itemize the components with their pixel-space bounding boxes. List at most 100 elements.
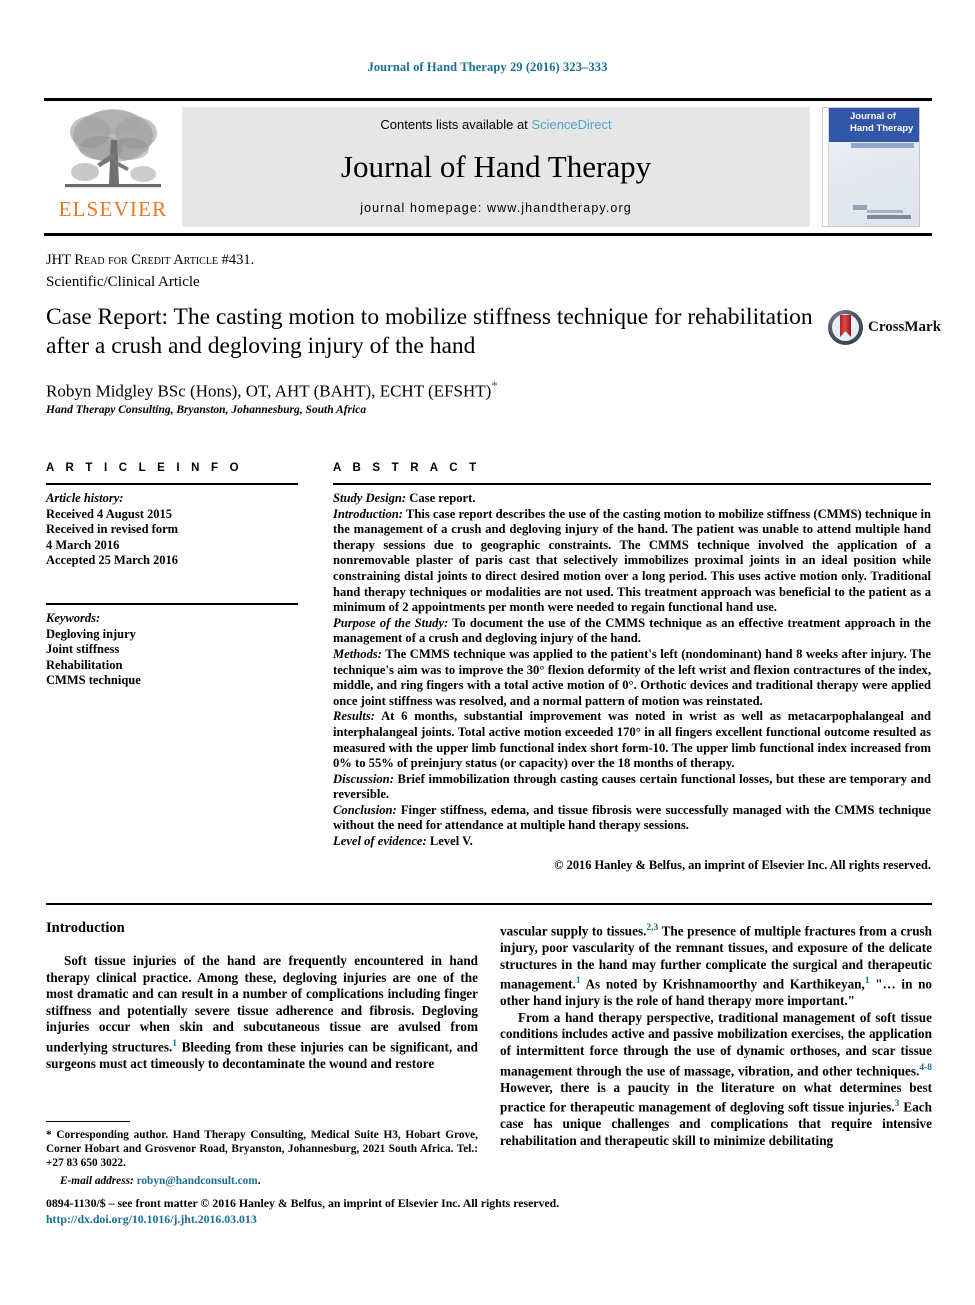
author-affiliation: Hand Therapy Consulting, Bryanston, Joha… bbox=[46, 404, 367, 416]
elsevier-tree-icon bbox=[65, 109, 161, 188]
paragraph-text-cont: As noted by Krishnamoorthy and Karthikey… bbox=[580, 976, 865, 992]
page-title: Case Report: The casting motion to mobil… bbox=[46, 304, 813, 359]
keyword-item: Joint stiffness bbox=[46, 642, 120, 657]
corresponding-author-marker: * bbox=[491, 378, 498, 393]
author-list: Robyn Midgley BSc (Hons), OT, AHT (BAHT)… bbox=[46, 378, 498, 402]
footnote-text: * Corresponding author. Hand Therapy Con… bbox=[46, 1129, 478, 1170]
footnote-rule bbox=[46, 1121, 130, 1122]
abstract-section-label: Discussion: bbox=[333, 771, 394, 786]
article-category: Scientific/Clinical Article bbox=[46, 274, 200, 290]
abstract-section: Purpose of the Study: To document the us… bbox=[333, 616, 931, 647]
elsevier-wordmark: ELSEVIER bbox=[58, 197, 168, 221]
cover-image: Journal of Hand Therapy bbox=[822, 107, 920, 227]
article-info-rule bbox=[46, 483, 298, 485]
abstract-section-label: Study Design: bbox=[333, 491, 407, 505]
abstract-block: A B S T R A C T Study Design: Case repor… bbox=[333, 462, 931, 873]
page-footer: 0894-1130/$ – see front matter © 2016 Ha… bbox=[46, 1196, 932, 1227]
corresponding-author-footnote: * Corresponding author. Hand Therapy Con… bbox=[46, 1121, 478, 1188]
article-info-heading: A R T I C L E I N F O bbox=[46, 462, 243, 474]
history-line: Received 4 August 2015 bbox=[46, 506, 173, 521]
abstract-section-label: Level of evidence: bbox=[333, 834, 427, 849]
paragraph-text: vascular supply to tissues. bbox=[500, 923, 647, 939]
body-column-left: Introduction Soft tissue injuries of the… bbox=[46, 920, 478, 1073]
history-line: Received in revised form bbox=[46, 522, 179, 537]
cover-footer-mark-3 bbox=[867, 210, 903, 213]
abstract-section-label: Conclusion: bbox=[333, 802, 397, 817]
keyword-item: CMMS technique bbox=[46, 673, 141, 688]
citation-ref[interactable]: 2,3 bbox=[646, 923, 658, 933]
abstract-section: Discussion: Brief immobilization through… bbox=[333, 772, 931, 803]
cover-title: Journal of Hand Therapy bbox=[850, 111, 915, 135]
abstract-section-label: Methods: bbox=[333, 646, 382, 661]
cover-footer-mark-2 bbox=[867, 215, 911, 219]
abstract-section-label: Purpose of the Study: bbox=[333, 615, 449, 630]
author-name: Robyn Midgley BSc (Hons), OT, AHT (BAHT)… bbox=[46, 381, 492, 401]
cover-footer-mark-1 bbox=[853, 205, 867, 210]
abstract-rule bbox=[333, 483, 931, 485]
footnote-email-line: E-mail address: robyn@handconsult.com. bbox=[60, 1174, 261, 1187]
keywords-rule bbox=[46, 602, 298, 605]
citation-ref[interactable]: 4-8 bbox=[919, 1063, 932, 1073]
elsevier-logo: ELSEVIER bbox=[44, 101, 182, 233]
paragraph-text-cont: However, there is a paucity in the liter… bbox=[500, 1079, 932, 1115]
history-line: Accepted 25 March 2016 bbox=[46, 553, 179, 568]
journal-title: Journal of Hand Therapy bbox=[340, 149, 652, 184]
abstract-section-text: This case report describes the use of th… bbox=[333, 506, 931, 615]
masthead-center: Contents lists available at ScienceDirec… bbox=[182, 107, 810, 227]
abstract-section-text: Brief immobilization through casting cau… bbox=[333, 771, 931, 802]
journal-cover-thumbnail: Journal of Hand Therapy bbox=[810, 101, 932, 233]
email-link[interactable]: robyn@handconsult.com bbox=[137, 1175, 258, 1187]
abstract-copyright: © 2016 Hanley & Belfus, an imprint of El… bbox=[554, 857, 931, 872]
contents-available-line: Contents lists available at ScienceDirec… bbox=[380, 117, 611, 132]
crossmark-label: CrossMark bbox=[868, 319, 942, 335]
jht-credit-line: JHT Read for Credit Article #431. bbox=[46, 252, 254, 269]
keywords-list: Keywords: Degloving injury Joint stiffne… bbox=[46, 611, 298, 689]
journal-article-page: Journal of Hand Therapy 29 (2016) 323–33… bbox=[0, 0, 975, 1305]
abstract-body: Study Design: Case report. Introduction:… bbox=[333, 491, 931, 873]
abstract-section-text: At 6 months, substantial improvement was… bbox=[333, 709, 931, 771]
contents-prefix: Contents lists available at bbox=[380, 117, 532, 132]
cover-title-line2: Hand Therapy bbox=[850, 123, 914, 134]
article-history-label: Article history: bbox=[46, 491, 124, 505]
journal-masthead: ELSEVIER Contents lists available at Sci… bbox=[44, 98, 932, 236]
doi-link[interactable]: http://dx.doi.org/10.1016/j.jht.2016.03.… bbox=[46, 1212, 932, 1227]
abstract-section-label: Introduction: bbox=[333, 506, 403, 521]
abstract-section: Level of evidence: Level V. bbox=[333, 834, 931, 850]
journal-homepage-link[interactable]: journal homepage: www.jhandtherapy.org bbox=[360, 201, 632, 215]
jht-credit-text: JHT Read for Credit Article #431. bbox=[46, 252, 255, 268]
article-info-block: A R T I C L E I N F O Article history: R… bbox=[46, 462, 298, 689]
paragraph-text: From a hand therapy perspective, traditi… bbox=[500, 1009, 932, 1078]
cover-rule bbox=[851, 143, 914, 148]
article-history: Article history: Received 4 August 2015 … bbox=[46, 491, 298, 569]
abstract-heading: A B S T R A C T bbox=[333, 462, 481, 474]
section-heading-introduction: Introduction bbox=[46, 920, 125, 936]
keywords-label: Keywords: bbox=[46, 610, 101, 625]
crossmark-badge[interactable]: CrossMark bbox=[828, 310, 941, 345]
abstract-section-text: The CMMS technique was applied to the pa… bbox=[333, 646, 931, 708]
abstract-section: Introduction: This case report describes… bbox=[333, 507, 931, 616]
body-paragraph: From a hand therapy perspective, traditi… bbox=[500, 1010, 932, 1150]
abstract-section: Results: At 6 months, substantial improv… bbox=[333, 709, 931, 771]
keyword-item: Degloving injury bbox=[46, 626, 136, 641]
cover-spine bbox=[823, 108, 829, 226]
running-head: Journal of Hand Therapy 29 (2016) 323–33… bbox=[367, 60, 608, 74]
abstract-section: Study Design: Case report. bbox=[333, 491, 931, 507]
email-label: E-mail address: bbox=[60, 1174, 134, 1187]
abstract-section-label: Results: bbox=[333, 709, 375, 724]
cover-title-line1: Journal of bbox=[850, 111, 896, 122]
crossmark-icon bbox=[828, 310, 863, 345]
history-line: 4 March 2016 bbox=[46, 537, 120, 552]
abstract-section: Methods: The CMMS technique was applied … bbox=[333, 647, 931, 709]
abstract-section-text: Finger stiffness, edema, and tissue fibr… bbox=[333, 802, 931, 833]
body-column-right: vascular supply to tissues.2,3 The prese… bbox=[500, 920, 932, 1149]
body-paragraph: Soft tissue injuries of the hand are fre… bbox=[46, 953, 478, 1073]
body-paragraph: vascular supply to tissues.2,3 The prese… bbox=[500, 920, 932, 1010]
issn-copyright-line: 0894-1130/$ – see front matter © 2016 Ha… bbox=[46, 1196, 560, 1210]
abstract-bottom-rule bbox=[46, 903, 932, 905]
abstract-section-text: Level V. bbox=[426, 834, 473, 849]
abstract-section-text: Case report. bbox=[406, 491, 476, 505]
abstract-section: Conclusion: Finger stiffness, edema, and… bbox=[333, 803, 931, 834]
keyword-item: Rehabilitation bbox=[46, 657, 123, 672]
sciencedirect-link[interactable]: ScienceDirect bbox=[531, 117, 611, 132]
